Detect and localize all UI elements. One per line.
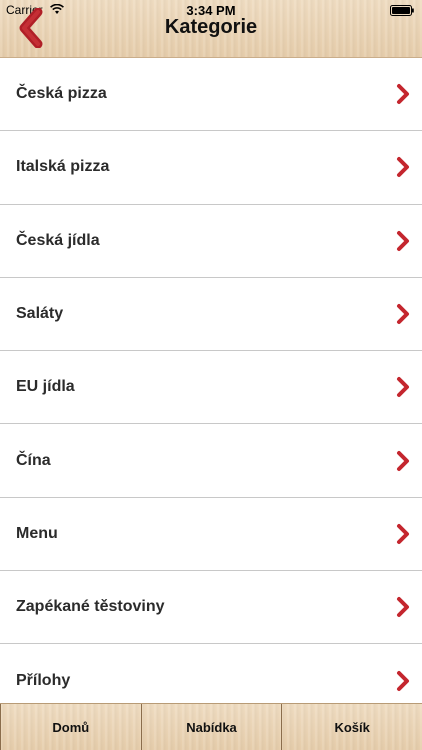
- category-label: Česká jídla: [16, 231, 100, 249]
- category-label: Italská pizza: [16, 158, 110, 176]
- category-label: Čína: [16, 451, 51, 469]
- category-label: Přílohy: [16, 671, 71, 689]
- category-row[interactable]: Menu: [0, 498, 422, 572]
- category-row[interactable]: Přílohy: [0, 644, 422, 703]
- category-row[interactable]: Česká jídla: [0, 205, 422, 278]
- chevron-right-icon: [397, 597, 409, 618]
- category-row[interactable]: Italská pizza: [0, 131, 422, 205]
- category-label: Zapékané těstoviny: [16, 598, 165, 616]
- chevron-right-icon: [397, 377, 409, 398]
- chevron-right-icon: [397, 304, 409, 325]
- category-row[interactable]: EU jídla: [0, 351, 422, 425]
- chevron-right-icon: [397, 670, 409, 691]
- chevron-right-icon: [397, 230, 409, 251]
- chevron-right-icon: [397, 523, 409, 544]
- category-row[interactable]: Zapékané těstoviny: [0, 571, 422, 645]
- chevron-right-icon: [397, 450, 409, 471]
- tab-bar: Domů Nabídka Košík: [0, 703, 422, 750]
- category-row[interactable]: Saláty: [0, 278, 422, 352]
- category-label: Česká pizza: [16, 85, 107, 103]
- tab-menu[interactable]: Nabídka: [142, 704, 283, 750]
- page-title: Kategorie: [164, 16, 258, 38]
- chevron-right-icon: [397, 84, 409, 105]
- category-label: Menu: [16, 524, 58, 542]
- category-row[interactable]: Česká pizza: [0, 58, 422, 132]
- category-list: Česká pizza Italská pizza Česká jídla Sa…: [0, 58, 422, 703]
- tab-home[interactable]: Domů: [0, 704, 142, 750]
- category-label: EU jídla: [16, 378, 75, 396]
- navigation-bar: Carrier 3:34 PM Kategorie: [0, 0, 422, 58]
- category-row[interactable]: Čína: [0, 424, 422, 498]
- category-label: Saláty: [16, 305, 64, 323]
- battery-icon: [390, 5, 414, 16]
- tab-cart[interactable]: Košík: [282, 704, 422, 750]
- chevron-right-icon: [397, 157, 409, 178]
